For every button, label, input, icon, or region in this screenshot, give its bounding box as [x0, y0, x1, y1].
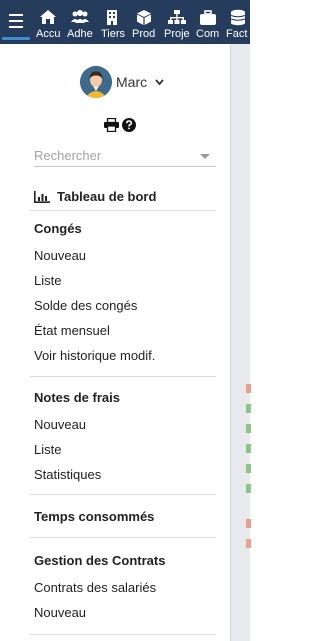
top-menu-commercial[interactable]: Com [196, 0, 220, 44]
print-icon[interactable] [104, 118, 119, 132]
briefcase-icon [200, 10, 216, 25]
hamburger-icon-line [9, 20, 23, 22]
user-name: Marc [116, 74, 148, 90]
background-marker [246, 519, 251, 528]
top-menu-projects[interactable]: Proje [164, 0, 190, 44]
menu-item-conges-balance[interactable]: Solde des congés [34, 298, 137, 313]
chevron-down-icon [155, 79, 164, 86]
background-marker [246, 444, 251, 453]
avatar [80, 66, 112, 98]
coins-icon [230, 9, 246, 26]
menu-dashboard-label: Tableau de bord [57, 189, 157, 204]
help-icon[interactable] [122, 118, 136, 132]
menu-item-contracts-new[interactable]: Nouveau [34, 605, 86, 620]
top-menu-products[interactable]: Prod [132, 0, 156, 44]
divider [30, 494, 216, 495]
background-marker [246, 384, 251, 393]
sitemap-icon [168, 10, 186, 24]
search-input[interactable] [34, 144, 216, 167]
top-menu-billing-label: Fact [226, 28, 248, 40]
menu-item-conges-new[interactable]: Nouveau [34, 248, 86, 263]
hamburger-icon [9, 14, 23, 16]
top-menu-billing[interactable]: Fact [226, 0, 250, 44]
top-menu-bar: Accu Adhe Tiers Prod Proje Com Fact [0, 0, 250, 44]
background-page-strip [230, 44, 251, 641]
menu-item-conges-history[interactable]: Voir historique modif. [34, 348, 155, 363]
menu-section-contracts[interactable]: Gestion des Contrats [34, 553, 165, 568]
hamburger-icon-line [9, 26, 23, 28]
cube-icon [137, 10, 151, 25]
top-menu-members[interactable]: Adhe [67, 0, 93, 44]
menu-section-time-spent[interactable]: Temps consommés [34, 509, 154, 524]
menu-item-contracts-employees[interactable]: Contrats des salariés [34, 580, 156, 595]
background-marker [246, 464, 251, 473]
divider [30, 537, 216, 538]
divider [30, 210, 216, 211]
menu-section-conges[interactable]: Congés [34, 221, 82, 236]
background-marker [246, 424, 251, 433]
divider [30, 376, 216, 377]
menu-item-expense-list[interactable]: Liste [34, 442, 61, 457]
building-icon [107, 10, 117, 25]
bar-chart-icon [34, 191, 50, 203]
top-menu-home[interactable]: Accu [36, 0, 60, 44]
top-menu-thirdparties[interactable]: Tiers [101, 0, 125, 44]
left-menu-panel: Marc Tableau de bord Congés Nouvea [0, 44, 230, 641]
background-marker [246, 404, 251, 413]
background-marker [246, 484, 251, 493]
menu-section-expense-reports[interactable]: Notes de frais [34, 390, 120, 405]
users-icon [71, 10, 89, 23]
user-avatar-icon [80, 66, 112, 98]
menu-item-conges-list[interactable]: Liste [34, 273, 61, 288]
search-dropdown-caret-icon[interactable] [200, 154, 210, 159]
user-tools [104, 117, 138, 133]
background-marker [246, 539, 251, 548]
menu-item-expense-new[interactable]: Nouveau [34, 417, 86, 432]
divider [30, 634, 216, 635]
hamburger-menu-button[interactable] [2, 4, 30, 40]
home-icon [40, 10, 56, 24]
menu-item-conges-monthly[interactable]: État mensuel [34, 323, 110, 338]
menu-item-expense-stats[interactable]: Statistiques [34, 467, 101, 482]
